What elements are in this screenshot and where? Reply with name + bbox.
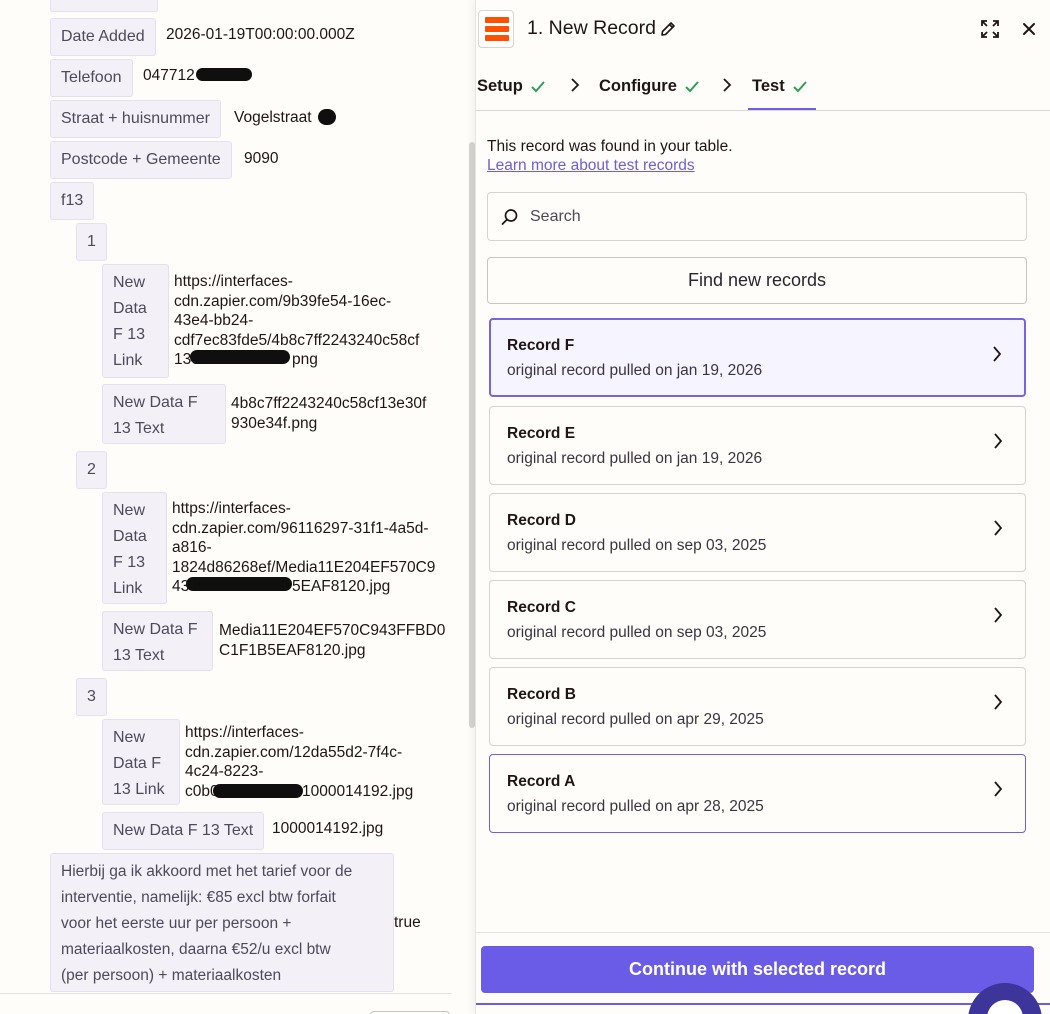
chat-bubble-icon [987,1000,1023,1014]
field-label-straat: Straat + huisnummer [50,100,221,138]
field-value-date-added: 2026-01-19T00:00:00.000Z [166,26,355,43]
redaction-mark [186,577,292,591]
field-label-partial [50,0,158,12]
field-value-agreement: true [394,914,421,931]
tab-setup[interactable]: Setup [477,75,545,97]
field-label-telefoon: Telefoon [50,59,133,97]
record-item[interactable]: Record A original record pulled on apr 2… [489,754,1026,833]
field-label-text-2: New Data F 13 Text [102,611,213,671]
divider [476,1003,1050,1005]
field-label-text-1: New Data F 13 Text [102,384,226,444]
item-index-2: 2 [76,451,107,489]
field-value-link-3-tail: 1000014192.jpg [302,783,414,800]
tab-label: Test [752,77,785,95]
field-value-text-1: 4b8c7ff2243240c58cf13e30f 930e34f.png [231,395,427,432]
tab-test[interactable]: Test [752,75,807,97]
record-name: Record C [507,599,576,616]
app-logo-icon [478,10,514,48]
record-name: Record D [507,512,576,529]
redaction-mark [190,350,290,364]
divider [476,932,1050,933]
field-value-telefoon: 047712 [143,67,195,84]
tab-label: Configure [599,77,677,95]
record-item[interactable]: Record E original record pulled on jan 1… [489,406,1026,485]
chevron-right-icon [994,607,1003,623]
tab-label: Setup [477,77,523,95]
record-item[interactable]: Record D original record pulled on sep 0… [489,493,1026,572]
find-new-records-button[interactable]: Find new records [487,257,1027,304]
chevron-right-icon [994,520,1003,536]
record-subtitle: original record pulled on jan 19, 2026 [507,450,763,467]
close-icon[interactable] [1019,19,1039,39]
record-subtitle: original record pulled on jan 19, 2026 [507,362,763,379]
field-value-text-3: 1000014192.jpg [272,820,384,837]
chevron-right-icon [993,346,1002,362]
record-name: Record A [507,773,576,790]
field-label-text-3: New Data F 13 Text [102,812,265,850]
test-step-panel: 1. New Record Setup Configure Test This … [475,0,1050,1014]
record-item[interactable]: Record B original record pulled on apr 2… [489,667,1026,746]
record-name: Record B [507,686,576,703]
divider [476,110,1050,111]
check-icon [685,81,699,93]
field-value-text-2: Media11E204EF570C943FFBD0 C1F1B5EAF8120.… [219,622,446,659]
chevron-right-icon [571,78,580,92]
edit-pencil-icon[interactable] [659,20,677,38]
learn-more-link[interactable]: Learn more about test records [487,157,695,175]
field-label-link-1: New Data F 13 Link [102,264,169,378]
field-value-link-2-tail: 5EAF8120.jpg [292,578,391,595]
check-icon [531,81,545,93]
field-label-link-2: New Data F 13 Link [102,492,167,604]
item-index-3: 3 [76,678,107,716]
redaction-mark [213,784,303,798]
panel-title: 1. New Record [527,17,656,39]
record-subtitle: original record pulled on sep 03, 2025 [507,537,767,554]
check-icon [792,81,807,93]
search-box[interactable] [487,192,1027,241]
record-item[interactable]: Record F original record pulled on jan 1… [489,318,1026,397]
record-subtitle: original record pulled on apr 29, 2025 [507,711,764,728]
search-icon [501,209,518,225]
field-label-link-3: New Data F 13 Link [102,719,180,805]
record-subtitle: original record pulled on apr 28, 2025 [507,798,764,815]
chevron-right-icon [994,694,1003,710]
record-subtitle: original record pulled on sep 03, 2025 [507,624,767,641]
field-label-date-added: Date Added [50,18,156,56]
field-label-postcode: Postcode + Gemeente [50,141,232,179]
continue-button[interactable]: Continue with selected record [481,946,1034,993]
record-name: Record F [507,337,575,354]
tab-configure[interactable]: Configure [599,75,699,97]
chevron-right-icon [994,781,1003,797]
search-input[interactable] [530,194,1020,239]
found-message: This record was found in your table. [487,138,733,155]
expand-icon[interactable] [980,19,1000,39]
divider [0,993,452,994]
field-label-agreement: Hierbij ga ik akkoord met het tarief voo… [50,853,394,992]
field-value-postcode: 9090 [244,150,279,167]
redaction-mark [196,68,252,81]
chevron-right-icon [723,78,732,92]
redaction-mark [318,109,336,125]
record-name: Record E [507,425,576,442]
field-value-link-1-tail: png [292,351,318,368]
field-label-f13: f13 [50,182,95,220]
item-index-1: 1 [76,223,107,261]
chevron-right-icon [994,433,1003,449]
record-detail-panel: Date Added 2026-01-19T00:00:00.000Z Tele… [0,0,475,1014]
record-item[interactable]: Record C original record pulled on sep 0… [489,580,1026,659]
field-value-straat: Vogelstraat [234,109,312,126]
